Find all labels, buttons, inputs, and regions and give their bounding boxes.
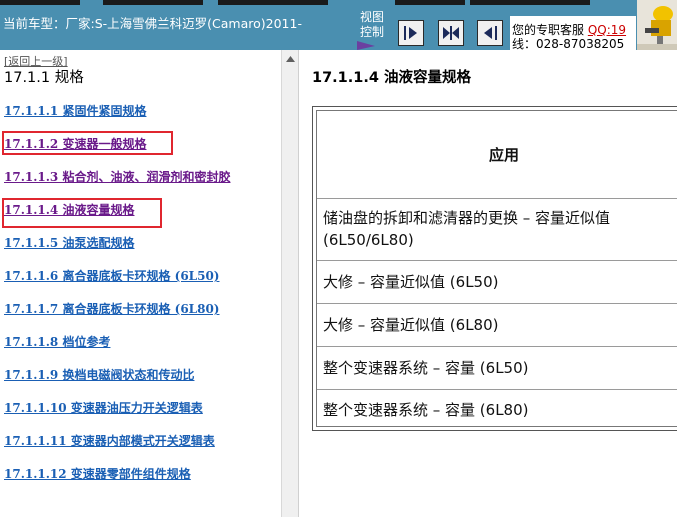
phone-label: 线：028-87038205 bbox=[512, 38, 625, 50]
highlight-box bbox=[2, 198, 162, 228]
top-bar: 当前车型：厂家:S-上海雪佛兰科迈罗(Camaro)2011- 视图 控制 您的… bbox=[0, 0, 677, 50]
page-title: 17.1.1.4 油液容量规格 bbox=[312, 70, 472, 86]
toc-item-adhesives-fluids[interactable]: 17.1.1.3 粘合剂、油液、润滑剂和密封胶 bbox=[4, 168, 230, 185]
table-row: 大修 – 容量近似值 (6L80) bbox=[317, 304, 677, 347]
qq-link[interactable]: QQ:19 bbox=[588, 23, 626, 37]
service-label: 您的专职客服 bbox=[512, 23, 585, 37]
table-row: 整个变速器系统 – 容量 (6L50) bbox=[317, 347, 677, 390]
fit-width-icon bbox=[443, 26, 459, 40]
toc-item-component-specs[interactable]: 17.1.1.12 变速器零部件组件规格 bbox=[4, 465, 191, 482]
toc-item-pump-selection[interactable]: 17.1.1.5 油泵选配规格 bbox=[4, 234, 134, 251]
toc-item-pressure-switch-logic[interactable]: 17.1.1.10 变速器油压力开关逻辑表 bbox=[4, 399, 203, 416]
content-pane: 17.1.1.4 油液容量规格 应用 储油盘的拆卸和滤清器的更换 – 容量近似值… bbox=[304, 50, 677, 517]
table-row: 大修 – 容量近似值 (6L50) bbox=[317, 261, 677, 304]
table-header-application: 应用 bbox=[317, 111, 677, 199]
fit-width-button[interactable] bbox=[438, 20, 464, 46]
capacity-table: 应用 储油盘的拆卸和滤清器的更换 – 容量近似值 (6L50/6L80) 大修 … bbox=[312, 106, 677, 431]
toolbar-tab[interactable] bbox=[395, 0, 465, 5]
toc-item-solenoid-states[interactable]: 17.1.1.9 换档电磁阀状态和传动比 bbox=[4, 366, 194, 383]
toolbar-tab[interactable] bbox=[218, 0, 328, 5]
scroll-up-arrow-icon bbox=[285, 55, 295, 62]
table-row: 储油盘的拆卸和滤清器的更换 – 容量近似值 (6L50/6L80) bbox=[317, 199, 677, 261]
highlight-box bbox=[2, 131, 173, 155]
next-page-icon bbox=[404, 26, 417, 40]
customer-service-panel: 您的专职客服 QQ:19 线：028-87038205 bbox=[510, 16, 636, 50]
previous-page-button[interactable] bbox=[477, 20, 503, 46]
view-control-label: 视图 控制 bbox=[359, 10, 384, 39]
logo bbox=[637, 0, 677, 50]
toc-item-clutch-ring-6l80[interactable]: 17.1.1.7 离合器底板卡环规格 (6L80) bbox=[4, 300, 219, 317]
next-page-button[interactable] bbox=[398, 20, 424, 46]
scroll-up-button[interactable] bbox=[282, 50, 298, 67]
toc-pane: [返回上一级] 17.1.1 规格 17.1.1.1 紧固件紧固规格 17.1.… bbox=[0, 50, 281, 517]
view-control-pointer-icon bbox=[357, 41, 375, 50]
toc-heading: 17.1.1 规格 bbox=[4, 70, 84, 86]
toc-item-mode-switch-logic[interactable]: 17.1.1.11 变速器内部模式开关逻辑表 bbox=[4, 432, 215, 449]
toc-item-range-reference[interactable]: 17.1.1.8 档位参考 bbox=[4, 333, 110, 350]
previous-page-icon bbox=[484, 26, 497, 40]
toc-item-fastener-specs[interactable]: 17.1.1.1 紧固件紧固规格 bbox=[4, 102, 146, 119]
toc-scrollbar[interactable] bbox=[281, 50, 298, 517]
toolbar-tab[interactable] bbox=[470, 0, 590, 5]
vehicle-label: 当前车型：厂家:S-上海雪佛兰科迈罗(Camaro)2011- bbox=[3, 16, 302, 31]
toolbar-tab[interactable] bbox=[103, 0, 203, 5]
toc-item-clutch-ring-6l50[interactable]: 17.1.1.6 离合器底板卡环规格 (6L50) bbox=[4, 267, 219, 284]
logo-figure-icon bbox=[637, 6, 677, 50]
table-row: 整个变速器系统 – 容量 (6L80) bbox=[323, 401, 529, 419]
toolbar-tab[interactable] bbox=[0, 0, 80, 5]
